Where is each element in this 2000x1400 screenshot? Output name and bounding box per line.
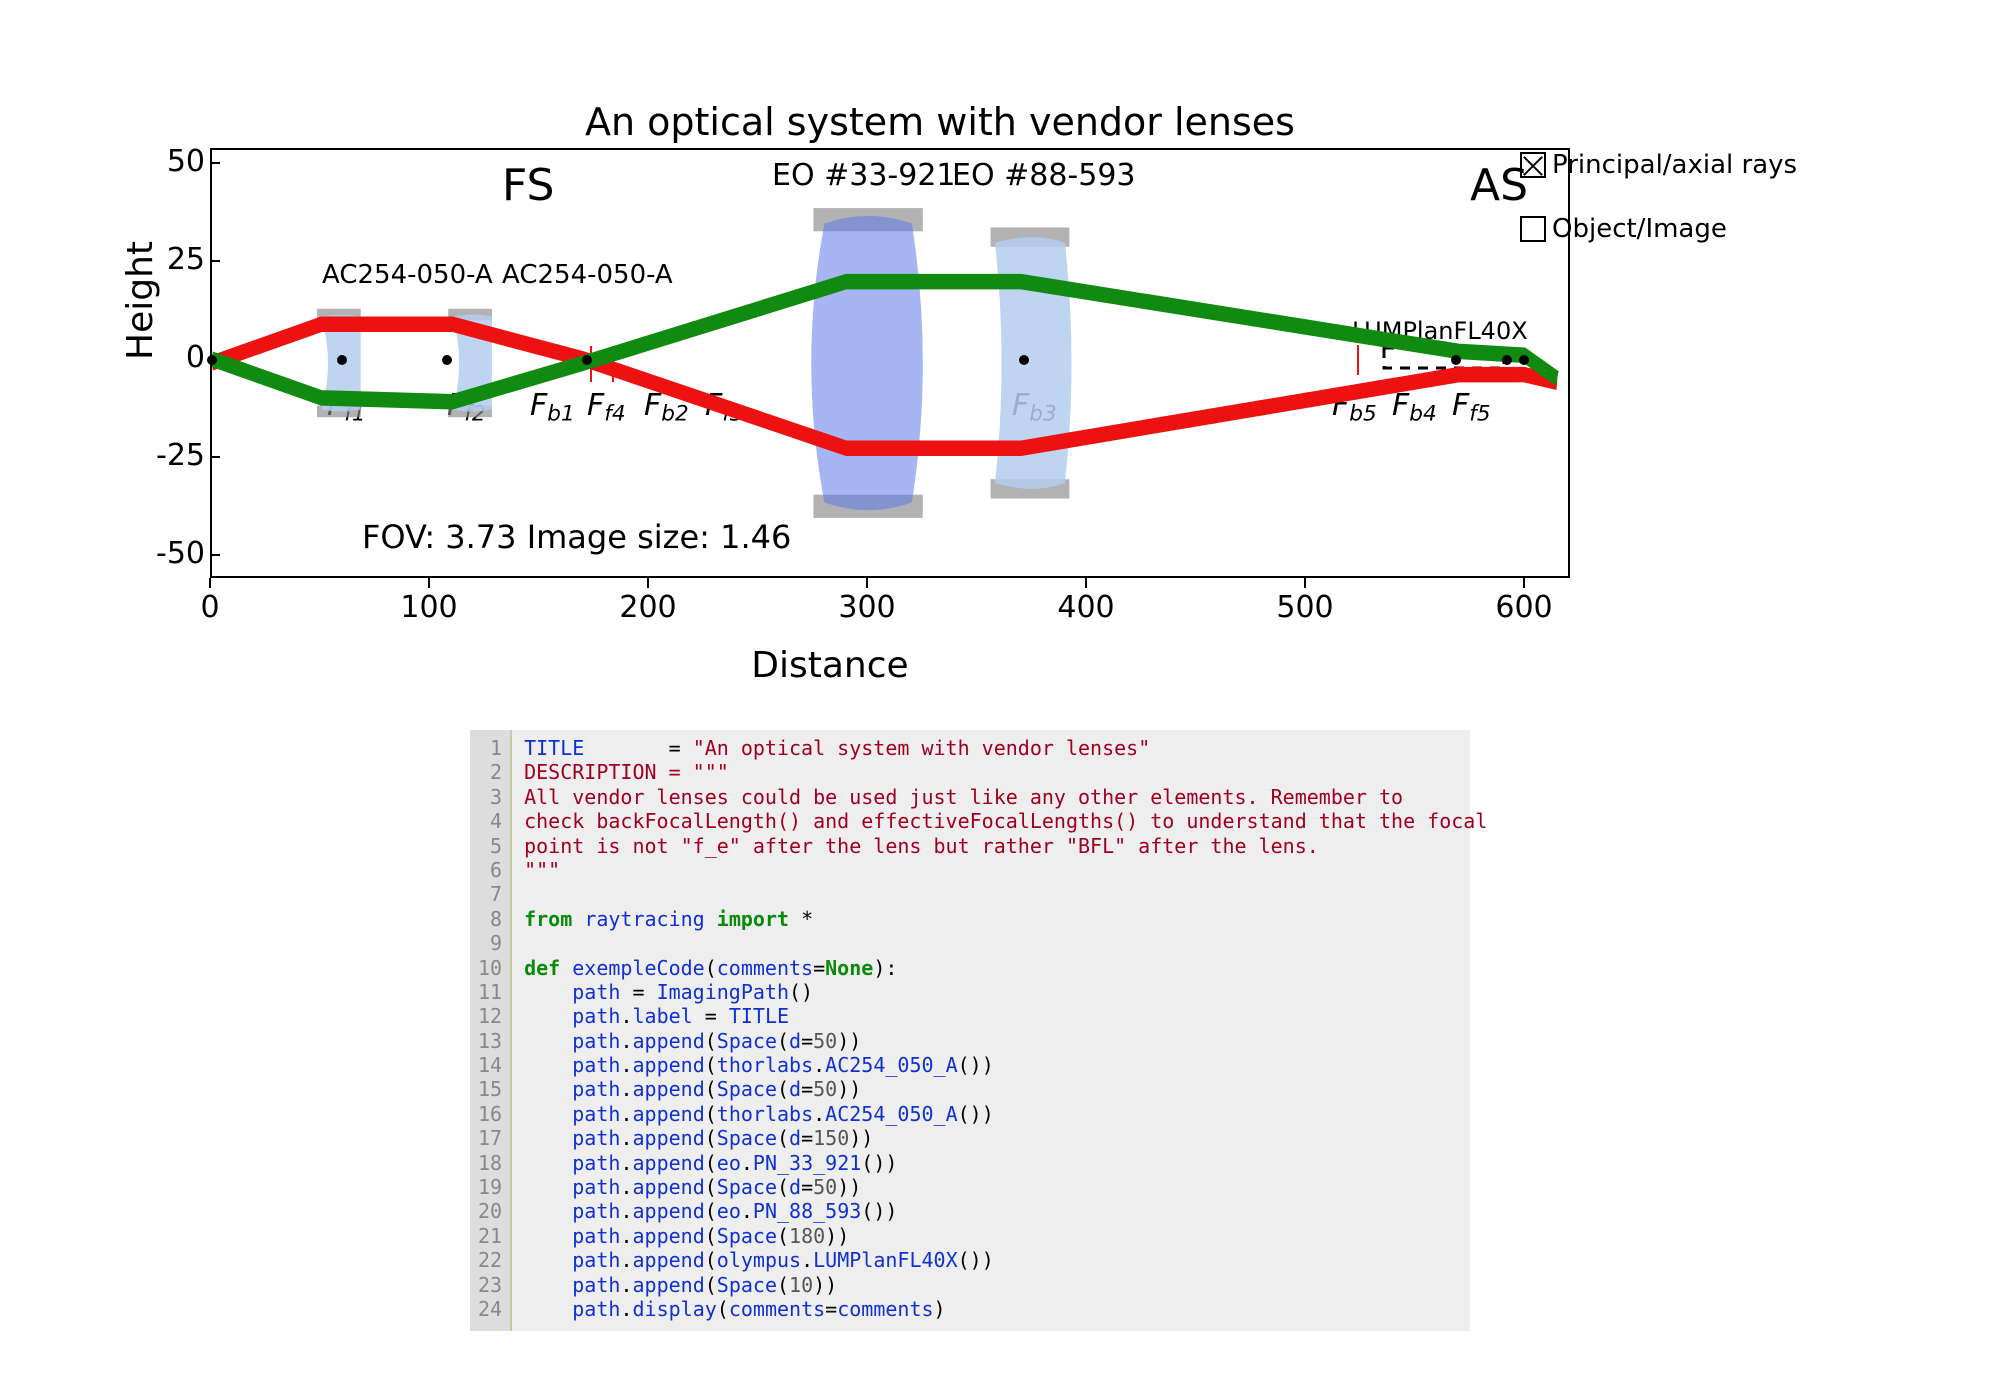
xtick: 200	[619, 590, 676, 625]
legend-label: Object/Image	[1552, 214, 1727, 244]
principal-point	[1019, 355, 1029, 365]
plot-area: FS AS EO #33-921 EO #88-593 AC254-050-A …	[210, 148, 1570, 578]
ytick: 25	[150, 242, 205, 277]
principal-point	[582, 355, 592, 365]
code-block: 1 2 3 4 5 6 7 8 9 10 11 12 13 14 15 16 1…	[470, 730, 1470, 1331]
principal-point	[337, 355, 347, 365]
chart-title: An optical system with vendor lenses	[90, 100, 1790, 144]
xtick: 600	[1495, 590, 1552, 625]
xtick: 500	[1276, 590, 1333, 625]
legend: Principal/axial rays Object/Image	[1520, 150, 1800, 278]
ytick: 50	[150, 144, 205, 179]
legend-item: Principal/axial rays	[1520, 150, 1800, 180]
legend-marker-objimg	[1520, 216, 1546, 242]
xtick: 0	[200, 590, 219, 625]
xtick: 300	[838, 590, 895, 625]
principal-point	[207, 355, 217, 365]
optics-chart: An optical system with vendor lenses Hei…	[90, 100, 1790, 690]
xtick: 100	[400, 590, 457, 625]
ytick: -50	[150, 536, 205, 571]
ytick: 0	[150, 340, 205, 375]
legend-item: Object/Image	[1520, 214, 1800, 244]
rays-svg	[212, 150, 1568, 576]
principal-point	[442, 355, 452, 365]
line-numbers: 1 2 3 4 5 6 7 8 9 10 11 12 13 14 15 16 1…	[470, 730, 512, 1331]
legend-label: Principal/axial rays	[1552, 150, 1797, 180]
x-axis-label: Distance	[90, 645, 1570, 686]
principal-point	[1519, 355, 1529, 365]
principal-point	[1451, 355, 1461, 365]
code-body: TITLE = "An optical system with vendor l…	[512, 730, 1497, 1331]
principal-point	[1502, 355, 1512, 365]
legend-marker-rays	[1520, 152, 1546, 178]
ytick: -25	[150, 438, 205, 473]
xtick: 400	[1057, 590, 1114, 625]
